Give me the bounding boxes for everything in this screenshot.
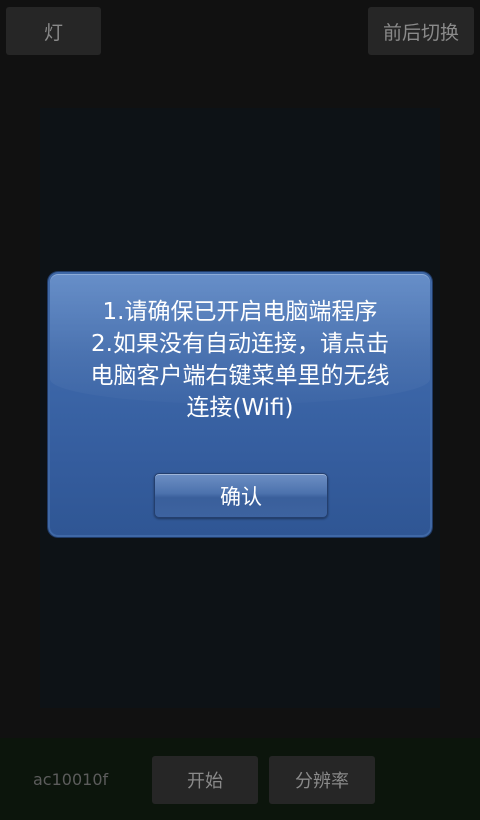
device-id-label: ac10010f	[33, 770, 109, 789]
dialog-line: 连接(Wifi)	[186, 395, 294, 421]
dialog-message: 1.请确保已开启电脑端程序 2.如果没有自动连接，请点击 电脑客户端右键菜单里的…	[64, 296, 416, 424]
camera-screen: 灯 前后切换 ac10010f 开始 分辨率 1.请确保已开启电脑端程序 2.如…	[0, 0, 480, 820]
switch-camera-button[interactable]: 前后切换	[368, 7, 474, 55]
confirm-button[interactable]: 确认	[154, 473, 328, 518]
dialog-line: 1.请确保已开启电脑端程序	[102, 299, 378, 325]
start-button[interactable]: 开始	[152, 756, 258, 804]
resolution-button[interactable]: 分辨率	[269, 756, 375, 804]
connection-dialog: 1.请确保已开启电脑端程序 2.如果没有自动连接，请点击 电脑客户端右键菜单里的…	[48, 272, 432, 537]
dialog-line: 电脑客户端右键菜单里的无线	[90, 363, 390, 389]
dialog-line: 2.如果没有自动连接，请点击	[91, 331, 389, 357]
light-button[interactable]: 灯	[6, 7, 101, 55]
